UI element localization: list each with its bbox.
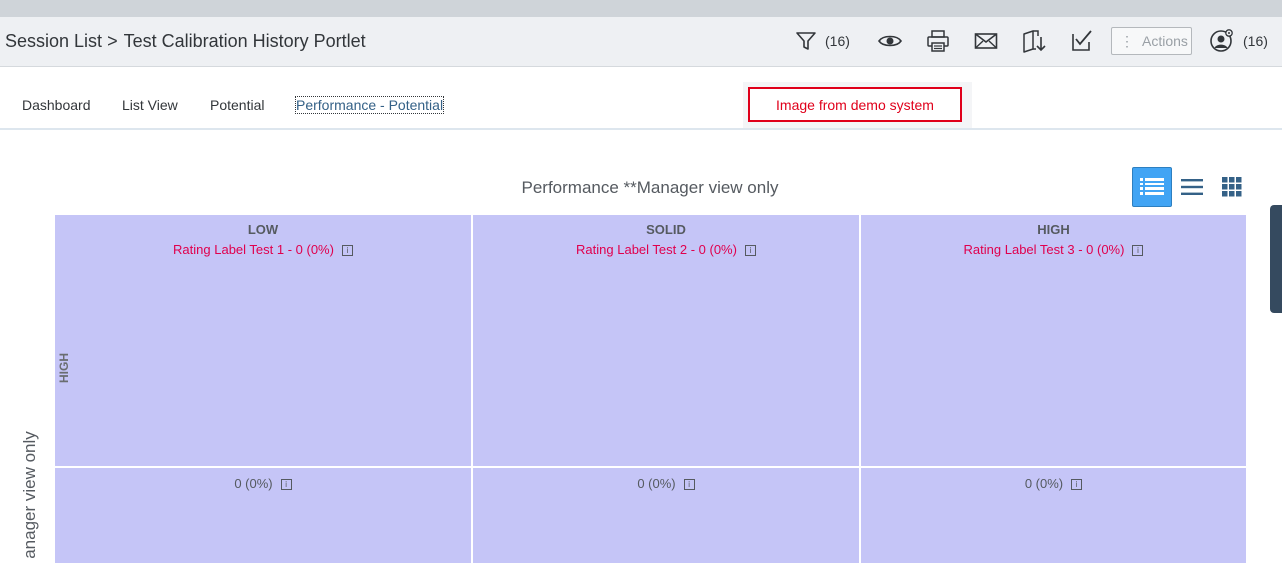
rating-label-text: Rating Label Test 3 - 0 (0%) [963,242,1125,257]
rating-label-text: Rating Label Test 2 - 0 (0%) [576,242,737,257]
participants-count: (16) [1243,33,1268,49]
cell-count: 0 (0%) i [55,476,471,491]
info-icon[interactable]: i [744,245,756,256]
rating-label-link[interactable]: Rating Label Test 3 - 0 (0%) i [861,242,1246,257]
filter-count: (16) [825,33,850,49]
user-settings-icon [1210,29,1233,52]
page-header: Session List > Test Calibration History Po… [0,17,1282,67]
rating-label-link[interactable]: Rating Label Test 1 - 0 (0%) i [55,242,471,257]
mail-icon [974,33,998,49]
cell-count-text: 0 (0%) [637,476,676,491]
tab-bar-divider [0,128,1282,130]
info-icon[interactable]: i [341,245,353,256]
rating-label-text: Rating Label Test 1 - 0 (0%) [173,242,334,257]
export-icon [1023,30,1046,53]
eye-icon [878,35,902,47]
matrix-cell[interactable]: SOLID Rating Label Test 2 - 0 (0%) i [473,215,859,466]
participants-button[interactable]: (16) [1209,28,1268,54]
tab-potential[interactable]: Potential [210,97,264,113]
tab-bar: Dashboard List View Potential Performanc… [0,66,1282,130]
cell-count-text: 0 (0%) [1024,476,1064,491]
rating-label-link[interactable]: Rating Label Test 2 - 0 (0%) i [473,242,859,257]
filter-button[interactable]: (16) [795,28,850,54]
printer-icon [927,30,949,52]
actions-label: Actions [1142,33,1188,49]
more-vertical-icon: ⋮ [1120,33,1134,49]
side-panel-toggle[interactable] [1270,205,1282,313]
demo-notice: Image from demo system [748,87,962,122]
cell-count-text: 0 (0%) [234,476,273,491]
export-button[interactable] [1021,28,1047,54]
actions-button[interactable]: ⋮ Actions [1111,27,1192,55]
top-strip [0,0,1282,17]
checkbox-icon [1072,30,1092,51]
print-button[interactable] [926,28,950,54]
info-icon[interactable]: i [280,479,292,490]
email-button[interactable] [974,28,998,54]
matrix-cell[interactable]: HIGH Rating Label Test 3 - 0 (0%) i [861,215,1246,466]
y-axis-title: anager view only [20,431,39,559]
column-header-solid: SOLID [646,222,686,237]
grid-icon [1222,177,1242,197]
tab-performance-potential[interactable]: Performance - Potential [294,96,445,114]
matrix-cell[interactable]: 0 (0%) i [55,468,471,563]
breadcrumb-current: Test Calibration History Portlet [123,31,366,51]
breadcrumb-root-link[interactable]: Session List [5,31,102,51]
filter-icon [796,32,816,50]
list-icon [1181,179,1203,195]
view-mode-list-detail-button[interactable] [1132,167,1172,207]
matrix-cell[interactable]: 0 (0%) i [861,468,1246,563]
matrix-cell[interactable]: 0 (0%) i [473,468,859,563]
breadcrumb: Session List > Test Calibration History Po… [5,31,366,52]
info-icon[interactable]: i [1071,479,1083,490]
view-mode-grid-button[interactable] [1212,167,1252,207]
tab-list-view[interactable]: List View [122,97,178,113]
view-button[interactable] [878,28,902,54]
cell-count: 0 (0%) i [861,476,1246,491]
cell-count: 0 (0%) i [473,476,859,491]
matrix-title: Performance **Manager view only [521,178,779,197]
approve-button[interactable] [1070,28,1094,54]
breadcrumb-separator: > [107,31,118,51]
matrix-cell[interactable]: LOW Rating Label Test 1 - 0 (0%) i [55,215,471,466]
column-header-low: LOW [247,222,279,237]
column-header-high: HIGH [1037,222,1070,237]
row-header-high: HIGH [57,353,71,383]
list-detail-icon [1140,178,1164,195]
performance-potential-matrix: LOW Rating Label Test 1 - 0 (0%) i SOLID … [55,215,1246,563]
view-mode-list-button[interactable] [1172,167,1212,207]
info-icon[interactable]: i [683,479,695,490]
tab-dashboard[interactable]: Dashboard [22,97,91,113]
info-icon[interactable]: i [1132,245,1144,256]
